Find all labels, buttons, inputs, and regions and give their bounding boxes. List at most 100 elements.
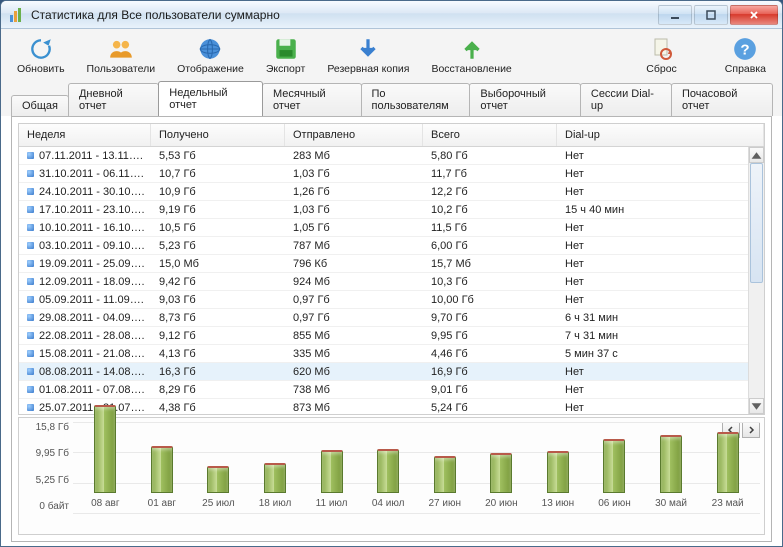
table-cell: 16,3 Гб <box>151 365 285 379</box>
table-row[interactable]: 22.08.2011 - 28.08….9,12 Гб855 Мб9,95 Гб… <box>19 327 764 345</box>
titlebar[interactable]: Статистика для Все пользователи суммарно <box>1 1 782 29</box>
x-tick-label: 06 июн <box>598 498 631 512</box>
display-button[interactable]: Отображение <box>171 35 250 77</box>
chart-bar[interactable] <box>490 453 512 493</box>
tab-monthly[interactable]: Месячный отчет <box>262 83 362 116</box>
bar-wrap: 30 май <box>643 435 700 512</box>
table-row[interactable]: 31.10.2011 - 06.11….10,7 Гб1,03 Гб11,7 Г… <box>19 165 764 183</box>
table-cell: 283 Мб <box>285 149 423 163</box>
tab-hourly[interactable]: Почасовой отчет <box>671 83 773 116</box>
close-button[interactable] <box>730 5 778 25</box>
vertical-scrollbar[interactable] <box>748 147 764 414</box>
table-header: НеделяПолученоОтправленоВсегоDial-up <box>19 124 764 147</box>
table-row[interactable]: 07.11.2011 - 13.11….5,53 Гб283 Мб5,80 Гб… <box>19 147 764 165</box>
chart-bar[interactable] <box>377 449 399 493</box>
table-row[interactable]: 29.08.2011 - 04.09….8,73 Гб0,97 Гб9,70 Г… <box>19 309 764 327</box>
column-header[interactable]: Всего <box>423 124 557 146</box>
table-row[interactable]: 19.09.2011 - 25.09….15,0 Мб796 Кб15,7 Мб… <box>19 255 764 273</box>
export-button[interactable]: Экспорт <box>260 35 311 77</box>
backup-button[interactable]: Резервная копия <box>321 35 415 77</box>
tab-weekly[interactable]: Недельный отчет <box>158 81 263 116</box>
table-cell: 924 Мб <box>285 275 423 289</box>
column-header[interactable]: Неделя <box>19 124 151 146</box>
chart-bar[interactable] <box>717 432 739 493</box>
scroll-thumb[interactable] <box>750 163 763 283</box>
tab-daily[interactable]: Дневной отчет <box>68 83 159 116</box>
table-row[interactable]: 10.10.2011 - 16.10….10,5 Гб1,05 Гб11,5 Г… <box>19 219 764 237</box>
x-tick-label: 27 июн <box>429 498 462 512</box>
table-row[interactable]: 01.08.2011 - 07.08….8,29 Гб738 Мб9,01 Гб… <box>19 381 764 399</box>
row-bullet-icon <box>27 152 34 159</box>
table-cell: 9,95 Гб <box>423 329 557 343</box>
x-tick-label: 13 июн <box>542 498 575 512</box>
table-cell: 12.09.2011 - 18.09…. <box>19 275 151 289</box>
chart-bar[interactable] <box>207 466 229 493</box>
table-cell: 15 ч 40 мин <box>557 203 764 217</box>
table-row[interactable]: 05.09.2011 - 11.09….9,03 Гб0,97 Гб10,00 … <box>19 291 764 309</box>
table-cell: Нет <box>557 383 764 397</box>
reset-button[interactable]: Сброс <box>640 35 683 77</box>
table-cell: 1,03 Гб <box>285 203 423 217</box>
table-cell: 873 Мб <box>285 401 423 415</box>
chart-panel: 15,8 Гб9,95 Гб5,25 Гб0 байт 08 авг01 авг… <box>18 417 765 535</box>
table-cell: Нет <box>557 401 764 415</box>
table-cell: 10,00 Гб <box>423 293 557 307</box>
table-cell: 1,03 Гб <box>285 167 423 181</box>
table-row[interactable]: 12.09.2011 - 18.09….9,42 Гб924 Мб10,3 Гб… <box>19 273 764 291</box>
toolbar: ОбновитьПользователиОтображение Экспорт Ре… <box>1 29 782 81</box>
toolbar-label: Экспорт <box>266 63 305 75</box>
chart-bar[interactable] <box>603 439 625 493</box>
bar-wrap: 06 июн <box>586 439 643 512</box>
table-row[interactable]: 03.10.2011 - 09.10….5,23 Гб787 Мб6,00 Гб… <box>19 237 764 255</box>
table-cell: 08.08.2011 - 14.08…. <box>19 365 151 379</box>
row-bullet-icon <box>27 206 34 213</box>
row-bullet-icon <box>27 224 34 231</box>
scroll-track[interactable] <box>749 163 764 398</box>
maximize-button[interactable] <box>694 5 728 25</box>
column-header[interactable]: Dial-up <box>557 124 764 146</box>
arrow-up-icon <box>458 37 486 61</box>
table-cell: 05.09.2011 - 11.09…. <box>19 293 151 307</box>
column-header[interactable]: Отправлено <box>285 124 423 146</box>
tab-byuser[interactable]: По пользователям <box>361 83 471 116</box>
y-tick-label: 0 байт <box>21 501 69 512</box>
table-body: 07.11.2011 - 13.11….5,53 Гб283 Мб5,80 Гб… <box>19 147 764 414</box>
table-cell: 0,97 Гб <box>285 293 423 307</box>
chart-bar[interactable] <box>547 451 569 493</box>
users-button[interactable]: Пользователи <box>81 35 162 77</box>
x-tick-label: 20 июн <box>485 498 518 512</box>
grid-line <box>73 513 760 514</box>
chart-bar[interactable] <box>434 456 456 493</box>
tab-dialup[interactable]: Сессии Dial-up <box>580 83 672 116</box>
save-icon <box>272 37 300 61</box>
table-cell: 10,5 Гб <box>151 221 285 235</box>
tab-general[interactable]: Общая <box>11 95 69 116</box>
scroll-up-button[interactable] <box>749 147 764 163</box>
table-cell: 855 Мб <box>285 329 423 343</box>
table-cell: 17.10.2011 - 23.10…. <box>19 203 151 217</box>
users-icon <box>107 37 135 61</box>
chart-bar[interactable] <box>321 450 343 493</box>
table-cell: 6,00 Гб <box>423 239 557 253</box>
table-cell: 5 мин 37 с <box>557 347 764 361</box>
chart-bar[interactable] <box>94 405 116 493</box>
tab-custom[interactable]: Выборочный отчет <box>469 83 580 116</box>
table-cell: 5,23 Гб <box>151 239 285 253</box>
table-cell: 10,3 Гб <box>423 275 557 289</box>
table-row[interactable]: 08.08.2011 - 14.08….16,3 Гб620 Мб16,9 Гб… <box>19 363 764 381</box>
globe-icon <box>196 37 224 61</box>
chart-bar[interactable] <box>151 446 173 493</box>
table-cell: 10.10.2011 - 16.10…. <box>19 221 151 235</box>
table-row[interactable]: 15.08.2011 - 21.08….4,13 Гб335 Мб4,46 Гб… <box>19 345 764 363</box>
refresh-button[interactable]: Обновить <box>11 35 71 77</box>
table-row[interactable]: 17.10.2011 - 23.10….9,19 Гб1,03 Гб10,2 Г… <box>19 201 764 219</box>
chart-bar[interactable] <box>264 463 286 493</box>
minimize-button[interactable] <box>658 5 692 25</box>
bar-wrap: 18 июл <box>247 463 304 512</box>
table-row[interactable]: 24.10.2011 - 30.10….10,9 Гб1,26 Гб12,2 Г… <box>19 183 764 201</box>
column-header[interactable]: Получено <box>151 124 285 146</box>
help-button[interactable]: ?Справка <box>719 35 772 77</box>
scroll-down-button[interactable] <box>749 398 764 414</box>
chart-bar[interactable] <box>660 435 682 493</box>
restore-button[interactable]: Восстановление <box>425 35 517 77</box>
